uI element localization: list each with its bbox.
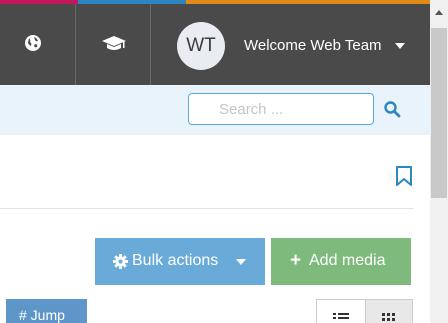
add-media-button[interactable]: + Add media: [271, 238, 411, 285]
scrollbar-thumb[interactable]: [431, 28, 447, 198]
avatar[interactable]: WT: [177, 22, 225, 70]
add-media-label: Add media: [309, 252, 386, 269]
bulk-actions-label: Bulk actions: [132, 252, 219, 269]
jump-button[interactable]: # Jump: [6, 299, 87, 323]
list-view-icon: [333, 313, 349, 319]
globe-icon[interactable]: [24, 34, 42, 52]
chevron-down-icon: [236, 259, 246, 265]
avatar-initials: WT: [186, 35, 216, 56]
vertical-scrollbar[interactable]: [430, 0, 448, 323]
search-bar: Search ...: [0, 85, 430, 135]
search-icon[interactable]: [383, 100, 401, 118]
bulk-actions-button[interactable]: Bulk actions: [95, 238, 265, 285]
navbar-divider: [75, 4, 76, 85]
bookmark-icon[interactable]: [395, 165, 413, 187]
section-divider: [0, 208, 414, 209]
scroll-up-arrow-icon[interactable]: [435, 10, 443, 15]
search-input[interactable]: Search ...: [188, 93, 374, 125]
grid-view-icon: [382, 313, 395, 321]
search-placeholder: Search ...: [219, 101, 284, 118]
graduation-cap-icon[interactable]: [101, 34, 127, 52]
caret-down-icon[interactable]: [395, 43, 405, 49]
jump-label: # Jump: [19, 307, 65, 323]
plus-icon: +: [290, 250, 302, 271]
gear-icon: [113, 254, 128, 269]
app-frame: WT Welcome Web Team Search ... Bulk acti…: [0, 0, 448, 323]
user-menu-label[interactable]: Welcome Web Team: [244, 37, 382, 54]
navbar-divider: [150, 4, 151, 85]
list-view-button[interactable]: [316, 299, 366, 323]
grid-view-button[interactable]: [365, 299, 413, 323]
